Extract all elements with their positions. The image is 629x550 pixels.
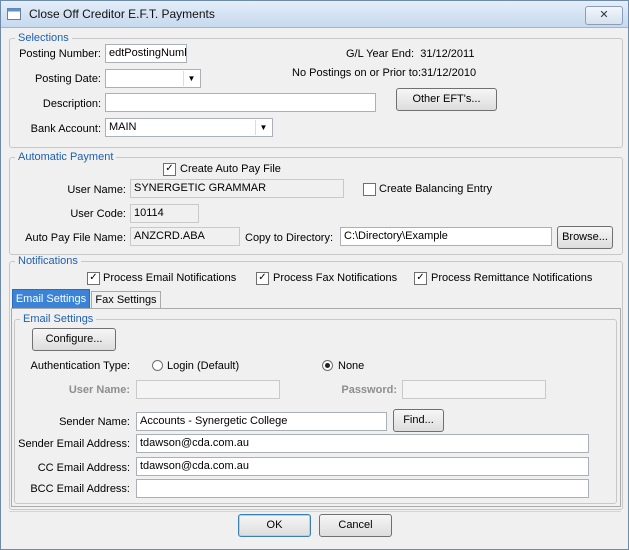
sender-email-label: Sender Email Address: — [18, 438, 130, 450]
find-button[interactable]: Find... — [393, 409, 444, 432]
login-default-label[interactable]: Login (Default) — [167, 360, 239, 372]
email-password-label: Password: — [341, 384, 397, 396]
process-remittance-label[interactable]: Process Remittance Notifications — [431, 272, 592, 284]
email-password-input[interactable] — [402, 380, 546, 399]
gl-year-end-label: G/L Year End: 31/12/2011 — [346, 48, 475, 60]
posting-number-input[interactable]: edtPostingNumb — [105, 44, 187, 63]
title-bar[interactable]: Close Off Creditor E.F.T. Payments ✕ — [1, 1, 628, 28]
tab-fax-settings[interactable]: Fax Settings — [91, 291, 161, 308]
description-input[interactable] — [105, 93, 376, 112]
other-efts-button[interactable]: Other EFT's... — [396, 88, 497, 111]
selections-group-title: Selections — [15, 32, 72, 44]
posting-date-picker[interactable]: ▼ — [105, 69, 201, 88]
check-mark-icon: ✓ — [416, 272, 425, 283]
none-radio[interactable] — [322, 360, 333, 371]
window-title: Close Off Creditor E.F.T. Payments — [29, 7, 215, 21]
user-name-input[interactable]: SYNERGETIC GRAMMAR — [130, 179, 344, 198]
bank-account-label: Bank Account: — [30, 123, 101, 135]
ok-button[interactable]: OK — [238, 514, 311, 537]
login-default-radio[interactable] — [152, 360, 163, 371]
dialog-window: Close Off Creditor E.F.T. Payments ✕ Sel… — [0, 0, 629, 550]
auto-pay-file-name-input[interactable]: ANZCRD.ABA — [130, 227, 240, 246]
create-auto-pay-file-checkbox[interactable]: ✓ — [163, 163, 176, 176]
user-code-input[interactable]: 10114 — [130, 204, 199, 223]
sender-name-label: Sender Name: — [59, 416, 130, 428]
cc-email-label: CC Email Address: — [37, 462, 130, 474]
create-balancing-entry-checkbox[interactable] — [363, 183, 376, 196]
cc-email-input[interactable]: tdawson@cda.com.au — [136, 457, 589, 476]
process-email-checkbox[interactable]: ✓ — [87, 272, 100, 285]
email-user-name-label: User Name: — [68, 384, 130, 396]
radio-selected-dot-icon — [325, 363, 330, 368]
configure-button[interactable]: Configure... — [32, 328, 116, 351]
create-balancing-entry-label[interactable]: Create Balancing Entry — [379, 183, 492, 195]
sender-email-input[interactable]: tdawson@cda.com.au — [136, 434, 589, 453]
no-postings-label: No Postings on or Prior to:31/12/2010 — [292, 67, 477, 79]
auto-pay-file-name-label: Auto Pay File Name: — [25, 232, 126, 244]
notifications-group-title: Notifications — [15, 255, 81, 267]
process-fax-label[interactable]: Process Fax Notifications — [273, 272, 397, 284]
process-remittance-checkbox[interactable]: ✓ — [414, 272, 427, 285]
none-label[interactable]: None — [338, 360, 364, 372]
copy-to-directory-input[interactable]: C:\Directory\Example — [340, 227, 552, 246]
cancel-button[interactable]: Cancel — [319, 514, 392, 537]
close-button[interactable]: ✕ — [585, 6, 623, 25]
no-postings-value: 31/12/2010 — [421, 67, 477, 79]
user-name-label: User Name: — [67, 184, 126, 196]
process-fax-checkbox[interactable]: ✓ — [256, 272, 269, 285]
dialog-window-icon — [7, 8, 21, 20]
copy-to-directory-label: Copy to Directory: — [245, 232, 334, 244]
email-settings-group-title: Email Settings — [20, 313, 97, 325]
bank-account-select[interactable]: MAIN ▼ — [105, 118, 273, 137]
close-icon: ✕ — [599, 9, 609, 21]
check-mark-icon: ✓ — [165, 163, 174, 174]
gl-year-end-value: 31/12/2011 — [420, 48, 475, 60]
automatic-payment-group-title: Automatic Payment — [15, 151, 117, 163]
posting-number-label: Posting Number: — [19, 48, 101, 60]
posting-date-label: Posting Date: — [34, 73, 101, 85]
user-code-label: User Code: — [70, 208, 126, 220]
footer-divider — [9, 511, 621, 512]
process-email-label[interactable]: Process Email Notifications — [103, 272, 236, 284]
check-mark-icon: ✓ — [258, 272, 267, 283]
bcc-email-input[interactable] — [136, 479, 589, 498]
browse-button[interactable]: Browse... — [557, 226, 613, 249]
create-auto-pay-file-label[interactable]: Create Auto Pay File — [180, 163, 281, 175]
check-mark-icon: ✓ — [89, 272, 98, 283]
chevron-down-icon[interactable]: ▼ — [255, 120, 271, 135]
auth-type-label: Authentication Type: — [30, 360, 130, 372]
email-user-name-input[interactable] — [136, 380, 280, 399]
bcc-email-label: BCC Email Address: — [30, 483, 130, 495]
description-label: Description: — [42, 98, 101, 110]
tab-email-settings[interactable]: Email Settings — [12, 289, 90, 308]
chevron-down-icon[interactable]: ▼ — [183, 71, 199, 86]
sender-name-input[interactable]: Accounts - Synergetic College — [136, 412, 387, 431]
